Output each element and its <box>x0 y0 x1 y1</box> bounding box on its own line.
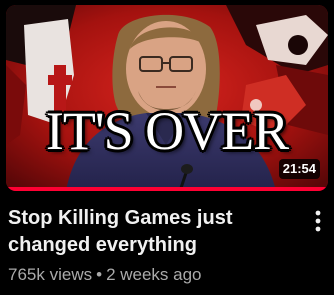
thumbnail-overlay-text: IT'S OVER <box>45 101 289 161</box>
video-title[interactable]: Stop Killing Games just changed everythi… <box>8 205 298 259</box>
video-card: IT'S OVER 21:54 Stop Killing Games just … <box>0 0 334 295</box>
watch-progress-bar <box>6 187 328 191</box>
duration-badge: 21:54 <box>278 159 320 179</box>
upload-age: 2 weeks ago <box>106 265 202 284</box>
more-vert-icon <box>315 210 321 232</box>
more-options-button[interactable] <box>306 206 330 236</box>
video-stats: 765k views • 2 weeks ago <box>8 264 298 286</box>
video-thumbnail[interactable]: IT'S OVER 21:54 <box>6 5 328 191</box>
video-meta: Stop Killing Games just changed everythi… <box>8 205 298 286</box>
stats-separator: • <box>96 265 103 284</box>
view-count: 765k views <box>8 265 93 284</box>
